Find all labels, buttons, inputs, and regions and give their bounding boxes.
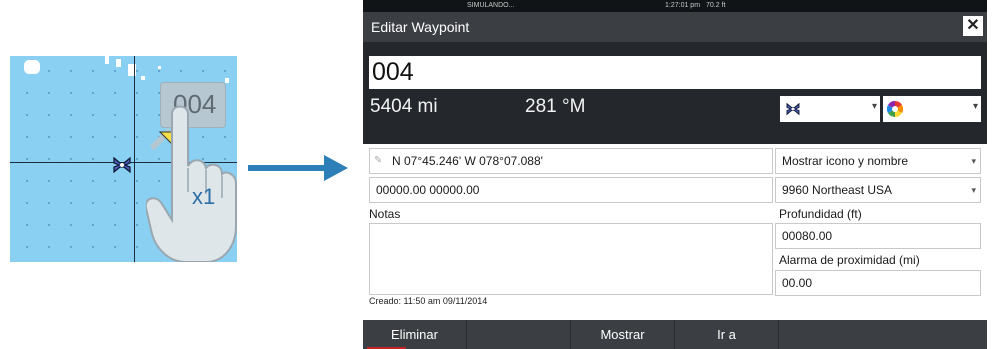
tap-count-label: x1 bbox=[192, 184, 216, 209]
close-button[interactable]: ✕ bbox=[963, 16, 983, 36]
waypoint-icon bbox=[786, 102, 800, 116]
loran-field[interactable]: 00000.00 00000.00 bbox=[369, 177, 773, 203]
depth-readout: 70.2 ft bbox=[706, 2, 726, 9]
distance-readout: 5404 mi bbox=[370, 96, 438, 117]
goto-button-label: Ir a bbox=[717, 327, 736, 342]
dialog-titlebar: Editar Waypoint ✕ bbox=[363, 12, 987, 42]
icon-select[interactable]: ▾ bbox=[780, 96, 880, 122]
waypoint-header: 004 5404 mi 281 °M ▾ ▾ bbox=[363, 42, 987, 144]
empty-action-slot bbox=[779, 320, 987, 349]
waypoint-name-value: 004 bbox=[372, 58, 414, 86]
simulation-status: SIMULANDO... bbox=[467, 2, 515, 9]
color-wheel-icon bbox=[887, 101, 903, 117]
color-select[interactable]: ▾ bbox=[883, 96, 981, 122]
proximity-alarm-field[interactable]: 00.00 bbox=[775, 270, 981, 296]
delete-button-label: Eliminar bbox=[391, 327, 438, 342]
waypoint-name-input[interactable]: 004 bbox=[369, 56, 981, 89]
position-field[interactable]: ✎ N 07°45.246' W 078°07.088' bbox=[369, 148, 773, 174]
proximity-alarm-label: Alarma de proximidad (mi) bbox=[779, 253, 920, 267]
waypoint-form: ✎ N 07°45.246' W 078°07.088' Mostrar ico… bbox=[363, 144, 987, 320]
flow-arrow-icon bbox=[248, 155, 348, 181]
status-bar: SIMULANDO... 1:27:01 pm 70.2 ft bbox=[363, 0, 987, 12]
empty-action-slot bbox=[467, 320, 571, 349]
cursor-crosshair-vertical bbox=[134, 56, 135, 262]
loran-chain-select[interactable]: 9960 Northeast USA ▾ bbox=[775, 177, 981, 203]
dialog-action-bar: Eliminar Mostrar Ir a bbox=[363, 320, 987, 349]
tap-hand-icon bbox=[146, 105, 237, 262]
chevron-down-icon: ▾ bbox=[871, 101, 877, 112]
loran-value: 00000.00 00000.00 bbox=[376, 183, 480, 197]
show-button[interactable]: Mostrar bbox=[571, 320, 675, 349]
proximity-alarm-value: 00.00 bbox=[782, 276, 813, 290]
delete-button[interactable]: Eliminar bbox=[363, 320, 467, 349]
loran-chain-value: 9960 Northeast USA bbox=[782, 183, 893, 197]
island bbox=[158, 66, 161, 69]
depth-value: 00080.00 bbox=[782, 229, 833, 243]
island bbox=[24, 60, 40, 74]
depth-field[interactable]: 00080.00 bbox=[775, 223, 981, 249]
dialog-title: Editar Waypoint bbox=[371, 19, 470, 35]
island bbox=[105, 56, 109, 64]
island bbox=[116, 59, 121, 67]
notes-label: Notas bbox=[369, 207, 401, 221]
display-option-value: Mostrar icono y nombre bbox=[782, 154, 909, 168]
show-button-label: Mostrar bbox=[600, 327, 645, 342]
clock: 1:27:01 pm bbox=[665, 2, 701, 9]
notes-textarea[interactable] bbox=[369, 223, 773, 295]
chevron-down-icon: ▾ bbox=[972, 101, 978, 112]
chevron-down-icon: ▾ bbox=[971, 185, 976, 195]
chevron-down-icon: ▾ bbox=[971, 156, 976, 166]
goto-button[interactable]: Ir a bbox=[675, 320, 779, 349]
position-value: N 07°45.246' W 078°07.088' bbox=[392, 154, 543, 168]
edit-pencil-icon: ✎ bbox=[374, 155, 383, 166]
waypoint-icon[interactable] bbox=[110, 154, 134, 176]
bearing-readout: 281 °M bbox=[525, 96, 586, 117]
created-timestamp: Creado: 11:50 am 09/11/2014 bbox=[369, 296, 488, 306]
display-option-select[interactable]: Mostrar icono y nombre ▾ bbox=[775, 148, 981, 174]
chart-map-illustration: 004 x1 bbox=[10, 56, 237, 262]
edit-waypoint-dialog: SIMULANDO... 1:27:01 pm 70.2 ft Editar W… bbox=[363, 0, 987, 349]
depth-label: Profundidad (ft) bbox=[779, 207, 862, 221]
island bbox=[141, 76, 145, 80]
close-icon: ✕ bbox=[966, 17, 980, 34]
island bbox=[225, 78, 229, 83]
